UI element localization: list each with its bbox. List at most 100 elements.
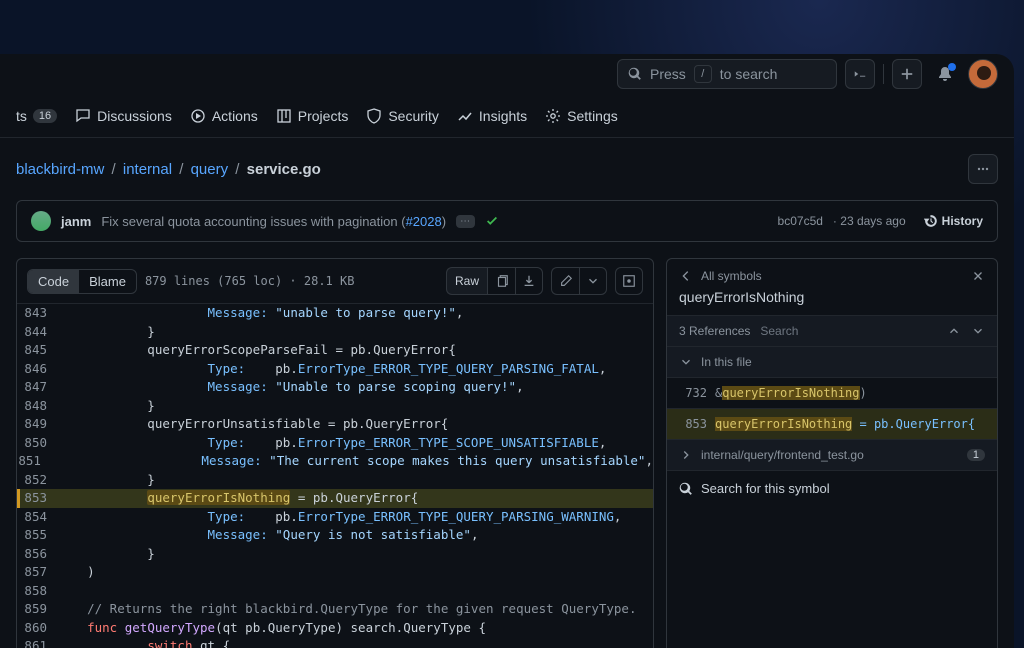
- code-line[interactable]: 845 queryErrorScopeParseFail = pb.QueryE…: [17, 341, 653, 360]
- commit-issue-link[interactable]: #2028: [406, 214, 442, 229]
- line-number[interactable]: 853: [17, 489, 57, 508]
- line-number[interactable]: 857: [17, 563, 57, 582]
- line-source: }: [57, 545, 155, 564]
- code-toolbar: Code Blame 879 lines (765 loc) · 28.1 KB…: [17, 259, 653, 304]
- commit-overflow-badge[interactable]: ⋯: [456, 215, 475, 228]
- line-source: queryErrorScopeParseFail = pb.QueryError…: [57, 341, 456, 360]
- symbol-hit[interactable]: 853queryErrorIsNothing = pb.QueryError{: [667, 409, 997, 440]
- download-button[interactable]: [515, 267, 543, 295]
- line-number[interactable]: 858: [17, 582, 57, 601]
- comment-icon: [75, 108, 91, 124]
- crumb-2[interactable]: query: [191, 161, 229, 178]
- code-line[interactable]: 855 Message: "Query is not satisfiable",: [17, 526, 653, 545]
- line-source: queryErrorIsNothing = pb.QueryError{: [57, 489, 418, 508]
- crumb-0[interactable]: blackbird-mw: [16, 161, 104, 178]
- code-line[interactable]: 854 Type: pb.ErrorType_ERROR_TYPE_QUERY_…: [17, 508, 653, 527]
- avatar[interactable]: [968, 59, 998, 89]
- code-line[interactable]: 859 // Returns the right blackbird.Query…: [17, 600, 653, 619]
- commit-bar[interactable]: janm Fix several quota accounting issues…: [16, 200, 998, 242]
- raw-button[interactable]: Raw: [446, 267, 487, 295]
- code-line[interactable]: 849 queryErrorUnsatisfiable = pb.QueryEr…: [17, 415, 653, 434]
- search-pre: Press: [650, 66, 686, 82]
- copy-button[interactable]: [487, 267, 515, 295]
- line-source: // Returns the right blackbird.QueryType…: [57, 600, 636, 619]
- code-line[interactable]: 861 switch qt {: [17, 637, 653, 648]
- symbols-icon: [622, 274, 636, 288]
- line-number[interactable]: 848: [17, 397, 57, 416]
- symbol-other-file[interactable]: internal/query/frontend_test.go 1: [667, 440, 997, 471]
- code-line[interactable]: 848 }: [17, 397, 653, 416]
- line-number[interactable]: 845: [17, 341, 57, 360]
- line-number[interactable]: 859: [17, 600, 57, 619]
- code-line[interactable]: 843 Message: "unable to parse query!",: [17, 304, 653, 323]
- nav-actions[interactable]: Actions: [190, 108, 258, 124]
- line-number[interactable]: 847: [17, 378, 57, 397]
- notifications-button[interactable]: [930, 59, 960, 89]
- command-menu-button[interactable]: [845, 59, 875, 89]
- view-code-tab[interactable]: Code: [28, 270, 79, 293]
- line-number[interactable]: 854: [17, 508, 57, 527]
- shield-icon: [366, 108, 382, 124]
- file-menu-button[interactable]: [968, 154, 998, 184]
- line-number[interactable]: 844: [17, 323, 57, 342]
- line-number[interactable]: 843: [17, 304, 57, 323]
- code-line[interactable]: 858: [17, 582, 653, 601]
- view-blame-tab[interactable]: Blame: [79, 270, 136, 293]
- search-post: to search: [720, 66, 778, 82]
- nav-settings[interactable]: Settings: [545, 108, 618, 124]
- crumb-1[interactable]: internal: [123, 161, 172, 178]
- line-source: [57, 582, 65, 601]
- create-button[interactable]: [892, 59, 922, 89]
- edit-dropdown[interactable]: [579, 267, 607, 295]
- chevron-up-icon[interactable]: [947, 324, 961, 338]
- search-icon: [628, 67, 642, 81]
- search-input[interactable]: Press / to search: [617, 59, 837, 89]
- code-line[interactable]: 857 ): [17, 563, 653, 582]
- divider: [883, 64, 884, 84]
- line-source: Message: "unable to parse query!",: [57, 304, 463, 323]
- code-line[interactable]: 846 Type: pb.ErrorType_ERROR_TYPE_QUERY_…: [17, 360, 653, 379]
- line-number[interactable]: 851: [17, 452, 51, 471]
- line-number[interactable]: 861: [17, 637, 57, 648]
- line-source: switch qt {: [57, 637, 230, 648]
- close-icon[interactable]: [971, 269, 985, 283]
- line-number[interactable]: 856: [17, 545, 57, 564]
- history-link[interactable]: History: [924, 214, 983, 228]
- commit-sha[interactable]: bc07c5d: [778, 214, 823, 228]
- code-line[interactable]: 844 }: [17, 323, 653, 342]
- symbol-file-header[interactable]: In this file: [667, 347, 997, 378]
- ref-search[interactable]: Search: [760, 324, 798, 338]
- code-line[interactable]: 856 }: [17, 545, 653, 564]
- nav-discussions[interactable]: Discussions: [75, 108, 172, 124]
- code-line[interactable]: 860 func getQueryType(qt pb.QueryType) s…: [17, 619, 653, 638]
- code-line[interactable]: 852 }: [17, 471, 653, 490]
- nav-pr-clip[interactable]: ts 16: [16, 108, 57, 124]
- symbols-toggle[interactable]: [615, 267, 643, 295]
- nav-security[interactable]: Security: [366, 108, 439, 124]
- code-line[interactable]: 851 Message: "The current scope makes th…: [17, 452, 653, 471]
- line-number[interactable]: 850: [17, 434, 57, 453]
- line-number[interactable]: 855: [17, 526, 57, 545]
- chevron-down-icon[interactable]: [971, 324, 985, 338]
- edit-button[interactable]: [551, 267, 579, 295]
- code-line[interactable]: 853 queryErrorIsNothing = pb.QueryError{: [17, 489, 653, 508]
- chevron-right-icon: [679, 448, 693, 462]
- line-source: }: [57, 397, 155, 416]
- line-source: func getQueryType(qt pb.QueryType) searc…: [57, 619, 486, 638]
- symbol-hit[interactable]: 732&queryErrorIsNothing): [667, 378, 997, 409]
- nav-projects[interactable]: Projects: [276, 108, 349, 124]
- ref-count[interactable]: 3 References: [679, 324, 750, 338]
- line-source: Type: pb.ErrorType_ERROR_TYPE_SCOPE_UNSA…: [57, 434, 606, 453]
- search-for-symbol[interactable]: Search for this symbol: [667, 471, 997, 506]
- all-symbols-link[interactable]: All symbols: [701, 269, 762, 283]
- nav-insights[interactable]: Insights: [457, 108, 527, 124]
- kanban-icon: [276, 108, 292, 124]
- line-number[interactable]: 849: [17, 415, 57, 434]
- code-line[interactable]: 847 Message: "Unable to parse scoping qu…: [17, 378, 653, 397]
- line-number[interactable]: 846: [17, 360, 57, 379]
- line-number[interactable]: 852: [17, 471, 57, 490]
- arrow-left-icon[interactable]: [679, 269, 693, 283]
- code-line[interactable]: 850 Type: pb.ErrorType_ERROR_TYPE_SCOPE_…: [17, 434, 653, 453]
- line-number[interactable]: 860: [17, 619, 57, 638]
- code-body[interactable]: 843 Message: "unable to parse query!",84…: [17, 304, 653, 648]
